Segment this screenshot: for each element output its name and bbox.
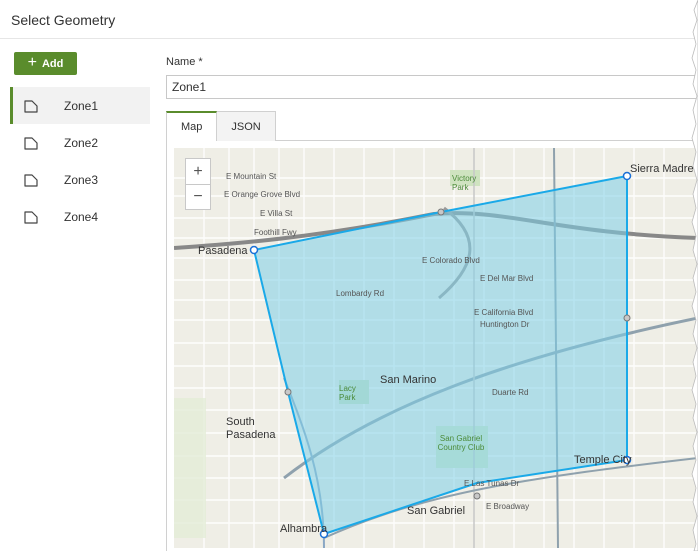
- page-title: Select Geometry: [11, 12, 116, 28]
- polygon-icon: [24, 136, 38, 150]
- torn-edge: [691, 0, 698, 551]
- polygon-midpoint[interactable]: [437, 208, 445, 216]
- map-label-san-gabriel: San Gabriel: [407, 505, 466, 517]
- polygon-midpoint[interactable]: [473, 492, 481, 500]
- polygon-midpoint[interactable]: [623, 314, 631, 322]
- map-canvas: [174, 148, 698, 548]
- zone-item-3[interactable]: Zone3: [10, 161, 150, 198]
- map-label-mountain: E Mountain St: [226, 172, 277, 181]
- zone-list: Zone1 Zone2 Zone3 Zone4: [10, 87, 150, 235]
- map-label-san-marino: San Marino: [380, 374, 437, 386]
- map-label-orange-grove: E Orange Grove Blvd: [224, 190, 301, 199]
- map-label-alhambra: Alhambra: [280, 523, 328, 535]
- zone-item-label: Zone4: [64, 209, 99, 224]
- zone-polygon[interactable]: [253, 175, 628, 535]
- zone-item-4[interactable]: Zone4: [10, 198, 150, 235]
- polygon-icon: [24, 210, 38, 224]
- zone-item-label: Zone3: [64, 172, 99, 187]
- map-label-huntington-dr: Huntington Dr: [480, 320, 530, 329]
- tab-map[interactable]: Map: [166, 111, 218, 141]
- plus-icon: +: [27, 54, 37, 71]
- map-label-colorado-blvd: E Colorado Blvd: [422, 256, 480, 265]
- title-divider: [0, 38, 698, 39]
- map-label-pasadena: Pasadena: [198, 245, 248, 257]
- zoom-out-button[interactable]: −: [186, 184, 210, 209]
- tab-bar: Map JSON: [166, 111, 276, 141]
- add-button[interactable]: + Add: [14, 52, 77, 75]
- map-label-victory-park: Victory Park: [452, 174, 477, 192]
- map-view[interactable]: Sierra Madre Pasadena San Marino South P…: [174, 148, 698, 548]
- zone-item-label: Zone2: [64, 135, 99, 150]
- zoom-control: + −: [185, 158, 211, 210]
- name-input[interactable]: [166, 75, 698, 99]
- polygon-icon: [24, 99, 38, 113]
- polygon-icon: [24, 173, 38, 187]
- map-label-south-pasadena: South Pasadena: [226, 416, 276, 441]
- map-label-del-mar: E Del Mar Blvd: [480, 274, 534, 283]
- map-label-villa: E Villa St: [260, 209, 293, 218]
- zone-item-label: Zone1: [64, 98, 99, 113]
- map-label-california-blvd: E California Blvd: [474, 308, 534, 317]
- name-label: Name *: [166, 56, 203, 68]
- tab-json[interactable]: JSON: [217, 111, 276, 141]
- add-button-label: Add: [41, 57, 64, 70]
- map-label-las-tunas: E Las Tunas Dr: [464, 479, 520, 488]
- polygon-vertex[interactable]: [249, 245, 259, 255]
- map-label-duarte: Duarte Rd: [492, 388, 529, 397]
- map-label-broadway: E Broadway: [486, 502, 530, 511]
- map-label-foothill-fwy: Foothill Fwy: [254, 228, 297, 237]
- map-label-temple-city: Temple City: [574, 454, 632, 466]
- polygon-midpoint[interactable]: [284, 388, 292, 396]
- map-label-sierra-madre: Sierra Madre: [630, 163, 694, 175]
- zone-item-2[interactable]: Zone2: [10, 124, 150, 161]
- zone-item-1[interactable]: Zone1: [10, 87, 150, 124]
- zoom-in-button[interactable]: +: [186, 159, 210, 184]
- map-label-lombardy: Lombardy Rd: [336, 289, 385, 298]
- map-label-lacy-park: Lacy Park: [339, 384, 356, 402]
- map-label-country-club: San Gabriel Country Club: [437, 434, 485, 452]
